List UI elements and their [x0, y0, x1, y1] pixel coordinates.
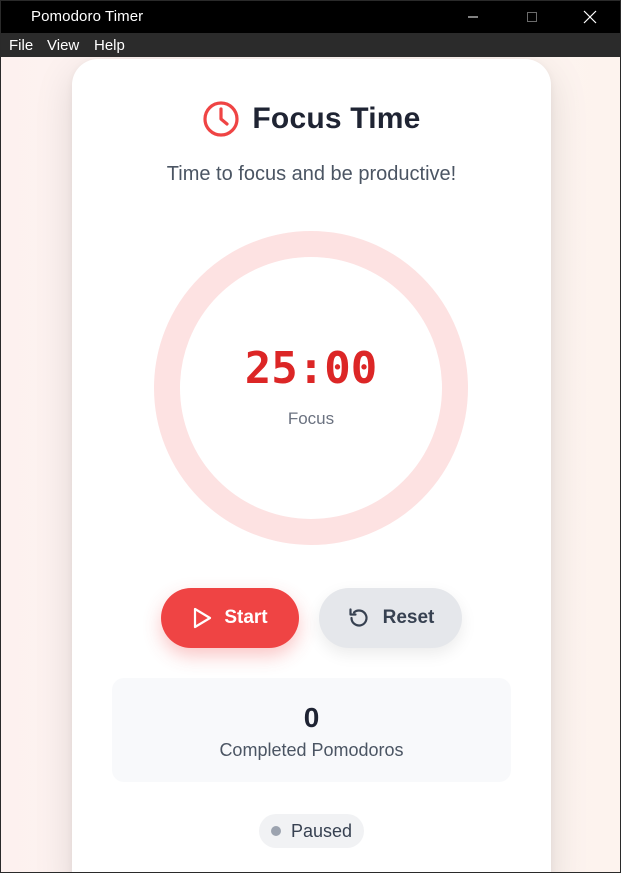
- clock-icon: [203, 101, 240, 137]
- reset-label: Reset: [382, 607, 435, 628]
- reset-icon: [349, 608, 368, 627]
- window-title: Pomodoro Timer: [31, 8, 144, 25]
- start-button[interactable]: Start: [161, 588, 299, 648]
- phase-label: Focus: [287, 409, 335, 428]
- page-title: Focus Time: [252, 102, 421, 135]
- title-bar[interactable]: Pomodoro Timer: [1, 1, 620, 33]
- reset-button[interactable]: Reset: [319, 588, 462, 648]
- completed-label: Completed Pomodoros: [219, 740, 404, 760]
- header: Focus Time: [72, 99, 551, 139]
- menu-bar: File View Help: [1, 33, 620, 57]
- minimize-icon: [468, 16, 478, 18]
- stats-panel: 0 Completed Pomodoros: [112, 678, 511, 782]
- close-button[interactable]: [567, 1, 613, 33]
- close-icon: [583, 10, 597, 24]
- time-display: 25:00: [244, 343, 378, 394]
- minimize-button[interactable]: [450, 1, 496, 33]
- menu-file[interactable]: File: [9, 37, 33, 54]
- play-icon: [194, 607, 212, 629]
- start-label: Start: [224, 607, 268, 628]
- menu-view[interactable]: View: [47, 37, 79, 54]
- completed-count: 0: [303, 702, 320, 733]
- timer-ring: 25:00 Focus: [154, 231, 468, 545]
- menu-help[interactable]: Help: [94, 37, 125, 54]
- maximize-button[interactable]: [509, 1, 555, 33]
- status-label: Paused: [290, 820, 353, 841]
- app-window: Pomodoro Timer File View Help Focus Time…: [0, 0, 621, 873]
- status-badge: Paused: [259, 814, 364, 848]
- timer-card: Focus Time Time to focus and be producti…: [72, 59, 551, 872]
- subtitle: Time to focus and be productive!: [166, 163, 457, 185]
- status-dot: [270, 826, 281, 836]
- app-content: Focus Time Time to focus and be producti…: [1, 57, 620, 872]
- maximize-icon: [527, 12, 537, 22]
